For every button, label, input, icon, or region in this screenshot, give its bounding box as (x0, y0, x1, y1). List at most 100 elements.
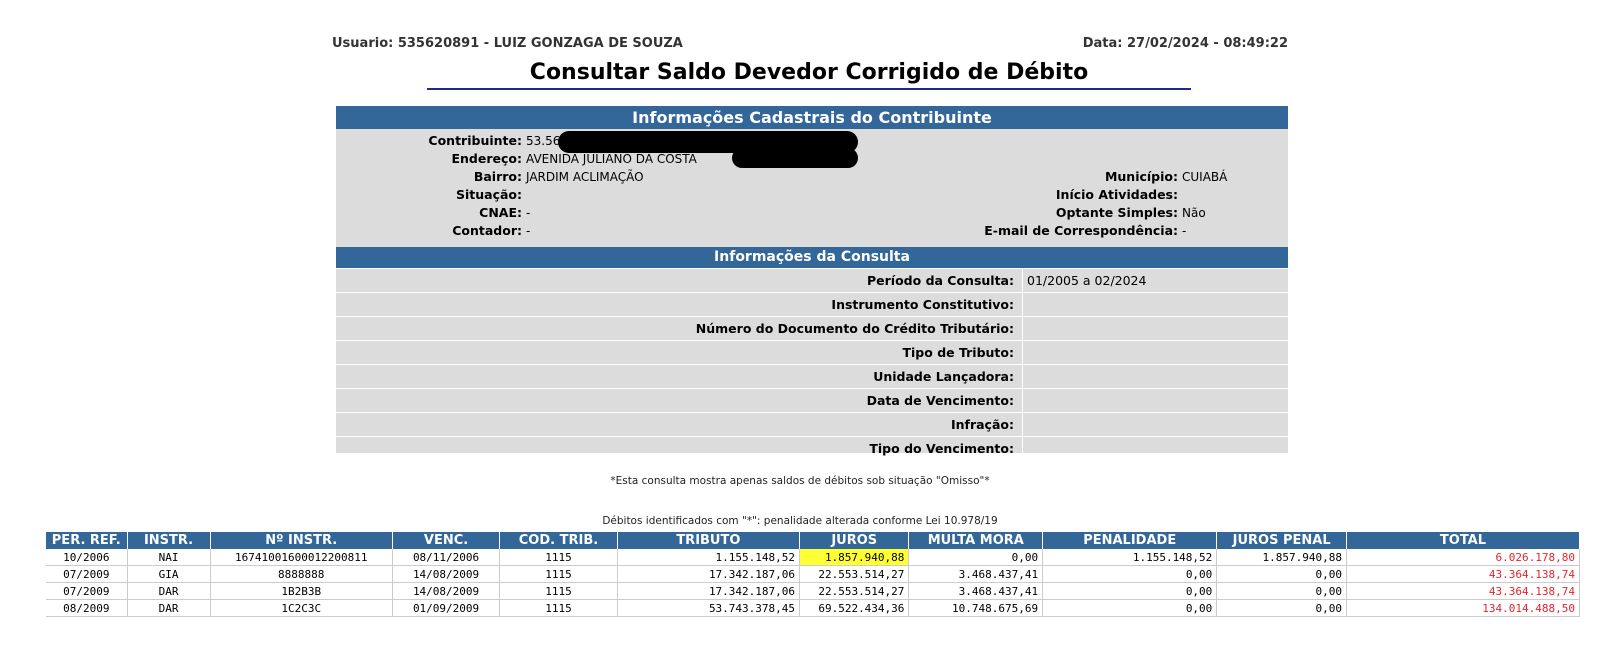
cell-total: 6.026.178,80 (1346, 549, 1581, 566)
optante-simples-value: Não (1182, 206, 1206, 220)
consultation-row: Número do Documento do Crédito Tributári… (336, 316, 1288, 340)
municipio-value: CUIABÁ (1182, 170, 1228, 184)
debts-table: PER. REF. INSTR. Nº INSTR. VENC. COD. TR… (46, 532, 1581, 617)
cell-instr: GIA (127, 565, 211, 583)
cell-penalidade: 0,00 (1042, 582, 1218, 600)
cell-tributo: 17.342.187,06 (617, 565, 801, 583)
title-underline (427, 88, 1191, 90)
periodo-value: 01/2005 a 02/2024 (1027, 273, 1147, 288)
cell-venc: 08/11/2006 (392, 549, 501, 566)
endereco-label: Endereço: (451, 151, 522, 166)
consultation-row: Unidade Lançadora: (336, 364, 1288, 388)
consultation-row: Período da Consulta: 01/2005 a 02/2024 (336, 268, 1288, 292)
infracao-label: Infração: (950, 417, 1014, 432)
bairro-label: Bairro: (473, 169, 522, 184)
taxpayer-info-heading: Informações Cadastrais do Contribuinte (336, 106, 1288, 129)
user-info-bar: Usuario: 535620891 - LUIZ GONZAGA DE SOU… (332, 34, 1288, 50)
col-instr: INSTR. (127, 532, 211, 549)
col-cod-trib: COD. TRIB. (499, 532, 618, 549)
unidade-lancadora-label: Unidade Lançadora: (873, 369, 1014, 384)
cell-cod-trib: 1115 (499, 565, 618, 583)
data-vencimento-label: Data de Vencimento: (866, 393, 1014, 408)
cell-juros-penal: 0,00 (1216, 565, 1347, 583)
cell-num-instr: 1C2C3C (210, 599, 393, 617)
date-label: Data: 27/02/2024 - 08:49:22 (1082, 36, 1288, 50)
cell-juros: 69.522.434,36 (799, 599, 910, 617)
table-row: 07/2009 DAR 1B2B3B 14/08/2009 1115 17.34… (46, 582, 1581, 600)
cell-multa-mora: 0,00 (908, 549, 1044, 566)
cell-multa-mora: 3.468.437,41 (908, 565, 1044, 583)
cell-cod-trib: 1115 (499, 599, 618, 617)
inicio-atividades-label: Início Atividades: (1055, 187, 1178, 202)
municipio-label: Município: (1104, 169, 1178, 184)
cell-juros-penal: 0,00 (1216, 599, 1347, 617)
table-row: 08/2009 DAR 1C2C3C 01/09/2009 1115 53.74… (46, 599, 1581, 617)
optante-simples-label: Optante Simples: (1055, 205, 1178, 220)
cell-juros-penal: 1.857.940,88 (1216, 549, 1347, 566)
table-row: 07/2009 GIA 8888888 14/08/2009 1115 17.3… (46, 565, 1581, 583)
cell-juros: 22.553.514,27 (799, 582, 910, 600)
contribuinte-label: Contribuinte: (428, 133, 522, 148)
email-correspondencia-value: - (1182, 224, 1187, 238)
col-tributo: TRIBUTO (617, 532, 801, 549)
cell-num-instr: 1B2B3B (210, 582, 393, 600)
cell-per-ref: 07/2009 (46, 565, 128, 583)
cell-tributo: 17.342.187,06 (617, 582, 801, 600)
cell-per-ref: 07/2009 (46, 582, 128, 600)
redaction-mark (732, 148, 858, 168)
situacao-label: Situação: (455, 187, 522, 202)
instrumento-label: Instrumento Constitutivo: (831, 297, 1014, 312)
cell-cod-trib: 1115 (499, 582, 618, 600)
cell-juros: 22.553.514,27 (799, 565, 910, 583)
cell-total: 43.364.138,74 (1346, 565, 1581, 583)
cell-juros-penal: 0,00 (1216, 582, 1347, 600)
cell-tributo: 1.155.148,52 (617, 549, 801, 566)
cell-instr: NAI (127, 549, 211, 566)
cell-instr: DAR (127, 582, 211, 600)
consultation-row: Instrumento Constitutivo: (336, 292, 1288, 316)
consultation-info-heading: Informações da Consulta (336, 247, 1288, 268)
col-penalidade: PENALIDADE (1042, 532, 1218, 549)
lei-note: Débitos identificados com "*": penalidad… (602, 515, 998, 527)
cnae-label: CNAE: (479, 205, 522, 220)
col-multa-mora: MULTA MORA (908, 532, 1044, 549)
cell-tributo: 53.743.378,45 (617, 599, 801, 617)
cell-multa-mora: 10.748.675,69 (908, 599, 1044, 617)
cell-penalidade: 0,00 (1042, 565, 1218, 583)
periodo-label: Período da Consulta: (867, 273, 1014, 288)
omisso-note: *Esta consulta mostra apenas saldos de d… (610, 475, 990, 487)
cell-penalidade: 0,00 (1042, 599, 1218, 617)
tipo-vencimento-label: Tipo do Vencimento: (869, 441, 1014, 456)
taxpayer-info-panel: Informações Cadastrais do Contribuinte C… (336, 106, 1288, 247)
cell-num-instr: 16741001600012200811 (210, 549, 393, 566)
page-title: Consultar Saldo Devedor Corrigido de Déb… (529, 60, 1089, 85)
cnae-value: - (526, 206, 531, 220)
col-per-ref: PER. REF. (46, 532, 128, 549)
consultation-row: Tipo de Tributo: (336, 340, 1288, 364)
consultation-row: Tipo do Vencimento: (336, 436, 1288, 460)
cell-total: 43.364.138,74 (1346, 582, 1581, 600)
cell-per-ref: 10/2006 (46, 549, 128, 566)
consultation-info-panel: Informações da Consulta Período da Consu… (336, 247, 1288, 460)
contador-value: - (526, 224, 531, 238)
col-juros: JUROS (799, 532, 910, 549)
cell-total: 134.014.488,50 (1346, 599, 1581, 617)
endereco-value: AVENIDA JULIANO DA COSTA (526, 152, 697, 166)
cell-num-instr: 8888888 (210, 565, 393, 583)
cell-juros: 1.857.940,88 (799, 549, 910, 566)
cell-venc: 14/08/2009 (392, 582, 501, 600)
cell-instr: DAR (127, 599, 211, 617)
col-juros-penal: JUROS PENAL (1216, 532, 1347, 549)
table-row: 10/2006 NAI 16741001600012200811 08/11/2… (46, 549, 1581, 566)
cell-cod-trib: 1115 (499, 549, 618, 566)
tipo-tributo-label: Tipo de Tributo: (902, 345, 1015, 360)
cell-penalidade: 1.155.148,52 (1042, 549, 1218, 566)
bairro-value: JARDIM ACLIMAÇÃO (526, 170, 644, 184)
col-venc: VENC. (392, 532, 501, 549)
table-header-row: PER. REF. INSTR. Nº INSTR. VENC. COD. TR… (46, 532, 1581, 549)
cell-venc: 14/08/2009 (392, 565, 501, 583)
col-total: TOTAL (1346, 532, 1581, 549)
cell-per-ref: 08/2009 (46, 599, 128, 617)
user-label: Usuario: 535620891 - LUIZ GONZAGA DE SOU… (332, 36, 683, 50)
consultation-row: Data de Vencimento: (336, 388, 1288, 412)
